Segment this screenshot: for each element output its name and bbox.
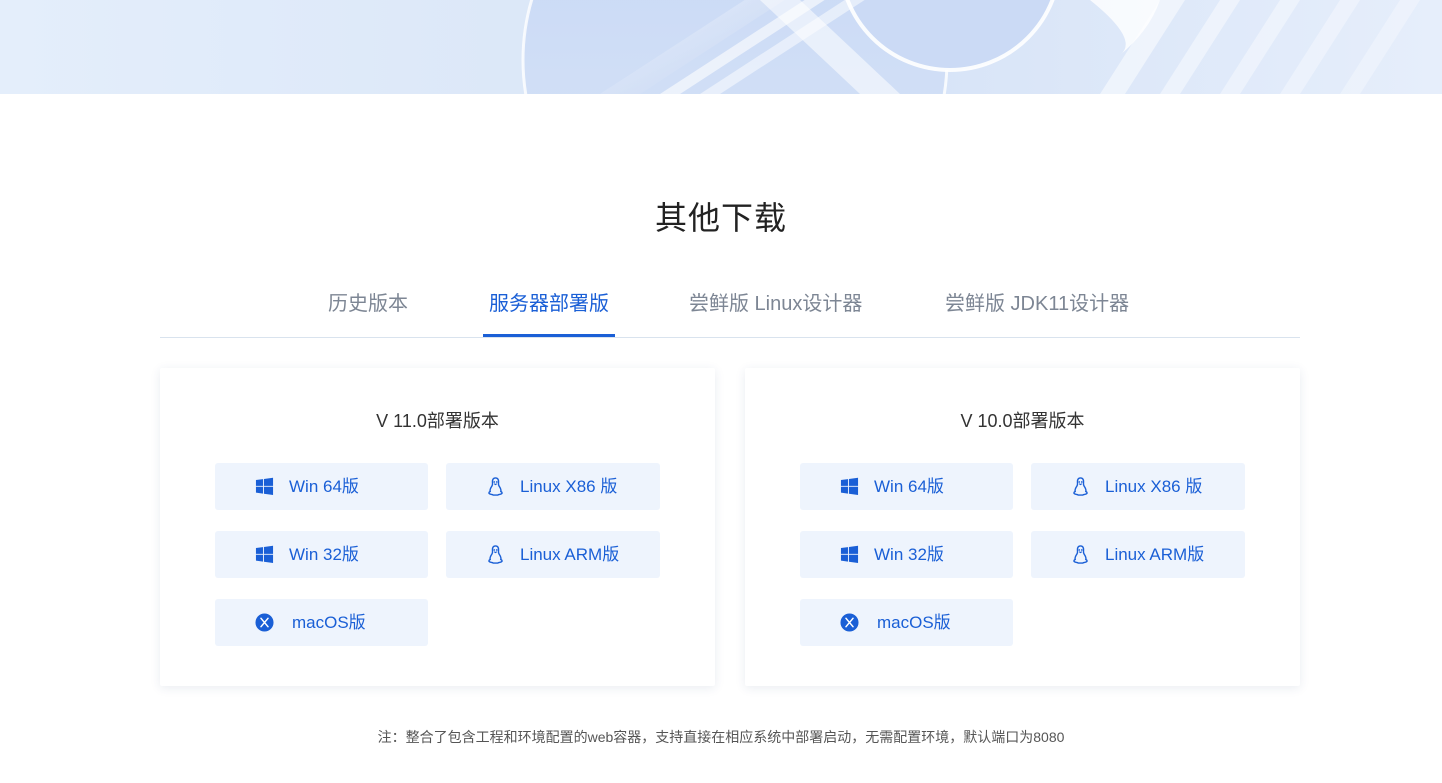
windows-icon xyxy=(255,545,274,563)
download-macos-button[interactable]: macOS版 xyxy=(215,599,428,646)
button-label: Linux X86 版 xyxy=(1105,477,1203,496)
button-label: Win 64版 xyxy=(289,477,359,496)
version-card-v11: V 11.0部署版本 Win 64版 Linux X86 版 Win 32版 L… xyxy=(160,368,715,686)
macos-icon xyxy=(255,613,274,632)
button-label: Linux X86 版 xyxy=(520,477,618,496)
button-label: Linux ARM版 xyxy=(1105,545,1205,564)
download-win32-button[interactable]: Win 32版 xyxy=(800,531,1013,578)
download-win64-button[interactable]: Win 64版 xyxy=(800,463,1013,510)
windows-icon xyxy=(255,477,274,495)
linux-icon xyxy=(1073,545,1088,564)
button-label: macOS版 xyxy=(877,613,951,632)
button-label: Linux ARM版 xyxy=(520,545,620,564)
linux-icon xyxy=(1073,477,1088,496)
download-linux-arm-button[interactable]: Linux ARM版 xyxy=(1031,531,1245,578)
button-label: Win 64版 xyxy=(874,477,944,496)
tab-history-versions[interactable]: 历史版本 xyxy=(328,290,408,336)
section-title: 其他下载 xyxy=(654,200,787,236)
download-tabs: 历史版本 服务器部署版 尝鲜版 Linux设计器 尝鲜版 JDK11设计器 xyxy=(160,280,1300,338)
windows-icon xyxy=(840,477,859,495)
linux-icon xyxy=(488,477,503,496)
download-linux-arm-button[interactable]: Linux ARM版 xyxy=(446,531,660,578)
download-win64-button[interactable]: Win 64版 xyxy=(215,463,428,510)
deployment-note: 注：整合了包含工程和环境配置的web容器，支持直接在相应系统中部署启动，无需配置… xyxy=(377,729,1065,745)
banner-decoration xyxy=(521,0,1420,94)
download-linux-x86-button[interactable]: Linux X86 版 xyxy=(1031,463,1245,510)
card-title: V 11.0部署版本 xyxy=(376,411,499,431)
linux-icon xyxy=(488,545,503,564)
version-card-v10: V 10.0部署版本 Win 64版 Linux X86 版 Win 32版 L… xyxy=(745,368,1300,686)
card-title: V 10.0部署版本 xyxy=(960,411,1085,431)
download-linux-x86-button[interactable]: Linux X86 版 xyxy=(446,463,660,510)
button-label: macOS版 xyxy=(292,613,366,632)
macos-icon xyxy=(840,613,859,632)
download-macos-button[interactable]: macOS版 xyxy=(800,599,1013,646)
tab-preview-linux-designer[interactable]: 尝鲜版 Linux设计器 xyxy=(689,290,862,336)
tab-preview-jdk11-designer[interactable]: 尝鲜版 JDK11设计器 xyxy=(945,290,1129,336)
tab-server-deploy[interactable]: 服务器部署版 xyxy=(483,290,615,337)
download-win32-button[interactable]: Win 32版 xyxy=(215,531,428,578)
windows-icon xyxy=(840,545,859,563)
button-label: Win 32版 xyxy=(289,545,359,564)
top-banner xyxy=(0,0,1442,94)
button-label: Win 32版 xyxy=(874,545,944,564)
